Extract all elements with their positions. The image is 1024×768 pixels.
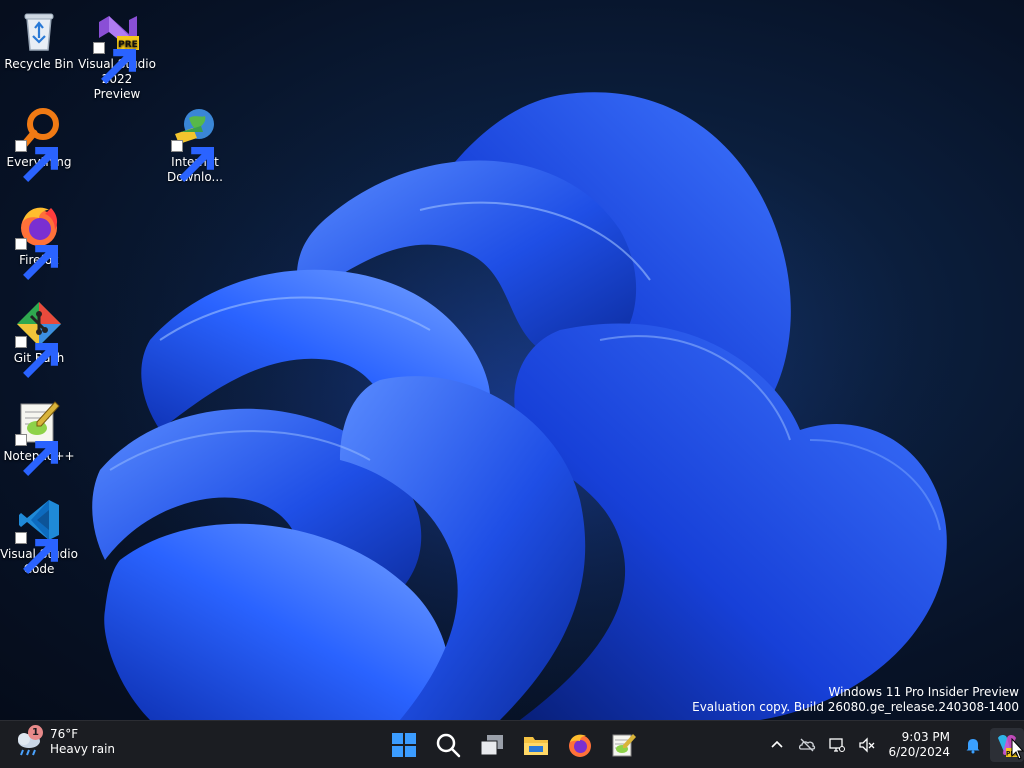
vscode-icon [15, 496, 63, 574]
shortcut-arrow-icon [15, 336, 58, 378]
desktop-icon-git-bash[interactable]: Git Bash [0, 300, 78, 378]
file-explorer-button[interactable] [516, 725, 556, 765]
task-view-button[interactable] [472, 725, 512, 765]
task-view-icon [480, 735, 503, 756]
desktop-icon-label: Recycle Bin [4, 57, 74, 71]
desktop[interactable]: Recycle Bin PRE Visual Studio 2022 Previ… [0, 0, 1024, 720]
firefox-taskbar-button[interactable] [560, 725, 600, 765]
weather-condition: Heavy rain [50, 742, 116, 756]
git-bash-icon [15, 300, 63, 378]
weather-widget[interactable]: 1 76°F Heavy rain [14, 725, 116, 757]
volume-muted-icon [859, 737, 875, 753]
search-icon [436, 733, 461, 758]
taskbar-pinned-apps [384, 725, 644, 765]
desktop-icon-vscode[interactable]: Visual Studio Code [0, 496, 78, 577]
onedrive-tray-button[interactable] [792, 730, 822, 760]
desktop-icon-recycle-bin[interactable]: Recycle Bin [0, 6, 78, 72]
notepad-plus-plus-icon [15, 398, 63, 476]
search-button[interactable] [428, 725, 468, 765]
wallpaper-bloom [60, 90, 980, 720]
windows-logo-icon [392, 733, 416, 757]
mouse-pointer-icon [1011, 738, 1024, 760]
clock-button[interactable]: 9:03 PM 6/20/2024 [882, 730, 958, 760]
start-button[interactable] [384, 725, 424, 765]
desktop-icon-internet-download-manager[interactable]: Internet Downlo... [156, 104, 234, 185]
network-icon [829, 738, 846, 752]
weather-notification-badge: 1 [28, 725, 43, 740]
onedrive-offline-icon [799, 738, 816, 752]
firefox-icon [15, 202, 63, 280]
desktop-icon-notepad-plus-plus[interactable]: Notepad++ [0, 398, 78, 476]
notepad-plus-plus-taskbar-button[interactable] [604, 725, 644, 765]
firefox-icon [569, 734, 591, 757]
weather-temperature: 76°F [50, 727, 79, 741]
chevron-up-icon [771, 740, 784, 748]
notepad-plus-plus-icon [612, 734, 636, 757]
volume-tray-button[interactable] [852, 730, 882, 760]
shortcut-arrow-icon [171, 140, 214, 182]
folder-icon [524, 737, 548, 755]
watermark-edition: Windows 11 Pro Insider Preview [828, 685, 1019, 699]
recycle-bin-icon [15, 6, 63, 54]
clock-time: 9:03 PM [901, 730, 950, 744]
shortcut-arrow-icon [15, 532, 58, 574]
visual-studio-preview-icon: PRE [93, 6, 141, 84]
shortcut-arrow-icon [15, 140, 58, 182]
shortcut-arrow-icon [15, 238, 58, 280]
desktop-icon-firefox[interactable]: Firefox [0, 202, 78, 280]
show-hidden-icons-button[interactable] [762, 730, 792, 760]
desktop-icon-everything[interactable]: Everything [0, 104, 78, 182]
watermark-build: Evaluation copy. Build 26080.ge_release.… [692, 700, 1019, 714]
taskbar: 1 76°F Heavy rain 9:03 PM 6/20/2024 [0, 720, 1024, 768]
network-tray-button[interactable] [822, 730, 852, 760]
notifications-button[interactable] [958, 730, 988, 760]
weather-rain-icon: 1 [14, 725, 44, 757]
bell-icon [966, 739, 980, 754]
internet-download-manager-icon [171, 104, 219, 182]
desktop-icon-visual-studio-preview[interactable]: PRE Visual Studio 2022 Preview [78, 6, 156, 102]
clock-date: 6/20/2024 [888, 745, 950, 759]
system-tray: 9:03 PM 6/20/2024 PRE [762, 721, 1024, 768]
everything-search-icon [15, 104, 63, 182]
shortcut-arrow-icon [15, 434, 58, 476]
evaluation-watermark: Windows 11 Pro Insider Preview Evaluatio… [692, 685, 1019, 715]
shortcut-arrow-icon [93, 42, 136, 84]
